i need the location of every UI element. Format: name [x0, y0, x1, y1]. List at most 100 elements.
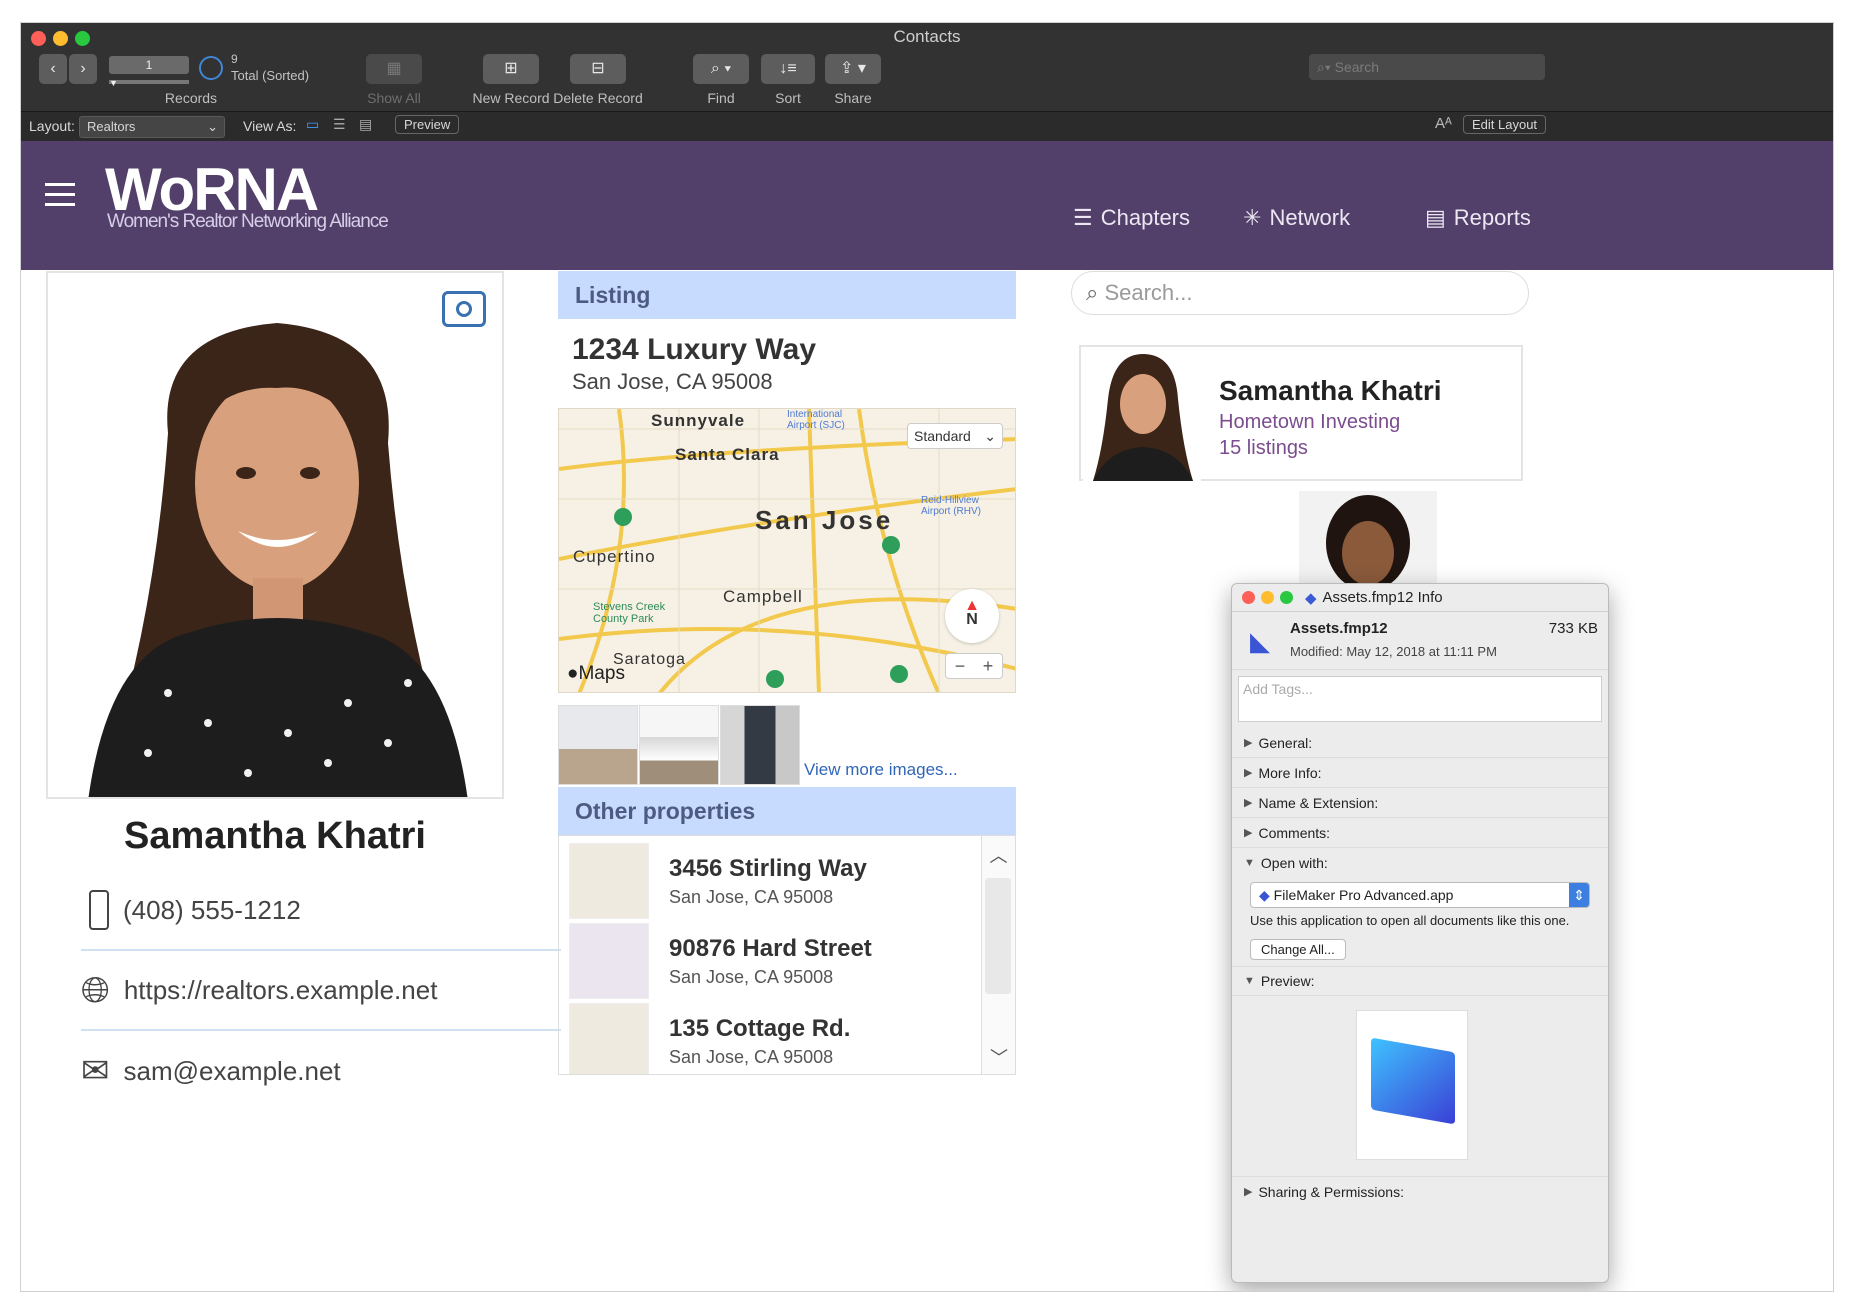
- compass-label: N: [966, 611, 978, 628]
- section-comments[interactable]: ▶ Comments:: [1232, 818, 1608, 848]
- scrollbar[interactable]: ︿ ﹀: [981, 836, 1015, 1074]
- listing-image-2[interactable]: [639, 705, 719, 785]
- find-label: Find: [707, 90, 735, 106]
- property-thumbnail: [569, 843, 649, 919]
- scrollbar-thumb[interactable]: [985, 878, 1011, 994]
- delete-record-button[interactable]: ⊟: [570, 54, 626, 84]
- phone-row[interactable]: (408) 555-1212: [81, 871, 561, 951]
- featured-name: Samantha Khatri: [1219, 375, 1442, 406]
- form-view-icon[interactable]: ▭: [306, 116, 319, 133]
- zoom-out-icon[interactable]: −: [955, 654, 966, 678]
- sort-button[interactable]: ↓≡: [761, 54, 815, 84]
- map-label-sunnyvale: Sunnyvale: [651, 411, 746, 430]
- section-sharing-label: Sharing & Permissions:: [1258, 1183, 1404, 1200]
- list-view-icon[interactable]: ☰: [333, 116, 346, 133]
- record-number-field[interactable]: 1: [109, 56, 189, 74]
- chevron-down-icon: ⌄: [207, 119, 218, 134]
- layout-select[interactable]: Realtors ⌄: [79, 116, 225, 138]
- section-open-with[interactable]: ▼ Open with:: [1232, 848, 1608, 878]
- section-more-info[interactable]: ▶ More Info:: [1232, 758, 1608, 788]
- listing-image-3[interactable]: [720, 705, 800, 785]
- section-sharing[interactable]: ▶ Sharing & Permissions:: [1232, 1176, 1608, 1206]
- maps-brand: ●Maps: [567, 663, 625, 685]
- camera-icon[interactable]: [442, 291, 486, 327]
- section-preview[interactable]: ▼ Preview:: [1232, 966, 1608, 996]
- chevron-down-icon[interactable]: ﹀: [982, 1044, 1015, 1070]
- records-label: Records: [164, 90, 218, 106]
- sort-label: Sort: [775, 90, 801, 106]
- section-general[interactable]: ▶ General:: [1232, 728, 1608, 758]
- map-mode-select[interactable]: Standard ⌄: [907, 423, 1003, 449]
- featured-avatar: [1083, 349, 1201, 481]
- share-button[interactable]: ⇪ ▾: [825, 54, 881, 84]
- edit-layout-button[interactable]: Edit Layout: [1463, 115, 1547, 134]
- file-info-window: ◆ Assets.fmp12 Info ◣ Assets.fmp12 733 K…: [1231, 583, 1609, 1283]
- tags-field[interactable]: Add Tags...: [1238, 676, 1602, 722]
- list-item[interactable]: 90876 Hard Street San Jose, CA 95008: [569, 916, 1015, 1006]
- nav-network[interactable]: ✳ Network: [1243, 205, 1350, 231]
- listing-image-1[interactable]: [558, 705, 638, 785]
- minimize-window-button[interactable]: [1261, 591, 1274, 604]
- toolbar-search-field[interactable]: ⌕▾ Search: [1309, 54, 1545, 80]
- map-label-cupertino: Cupertino: [573, 547, 656, 566]
- map-mode-value: Standard: [914, 428, 971, 444]
- close-window-button[interactable]: [1242, 591, 1255, 604]
- view-as-label: View As:: [243, 118, 297, 134]
- report-icon: ▤: [1425, 205, 1446, 230]
- table-view-icon[interactable]: ▤: [359, 116, 372, 133]
- compass-icon[interactable]: ▲ N: [945, 589, 999, 643]
- record-status: Total (Sorted): [231, 68, 310, 83]
- filemaker-icon: ◆: [1305, 589, 1317, 607]
- info-titlebar: ◆ Assets.fmp12 Info: [1232, 584, 1608, 612]
- share-icon: ⇪: [840, 60, 854, 77]
- preview-area: [1232, 996, 1608, 1176]
- previous-record-button[interactable]: ‹: [39, 54, 67, 84]
- file-summary: ◣ Assets.fmp12 733 KB Modified: May 12, …: [1232, 612, 1608, 670]
- new-record-button[interactable]: ⊞: [483, 54, 539, 84]
- hamburger-menu-icon[interactable]: [45, 183, 75, 206]
- email-address[interactable]: sam@example.net: [124, 1056, 341, 1087]
- property-street: 135 Cottage Rd.: [669, 1014, 851, 1042]
- section-more-info-label: More Info:: [1258, 764, 1322, 781]
- listing-street: 1234 Luxury Way: [572, 333, 816, 366]
- email-row[interactable]: ✉ sam@example.net: [81, 1031, 561, 1111]
- list-item[interactable]: 135 Cottage Rd. San Jose, CA 95008: [569, 996, 1015, 1074]
- map-zoom-control[interactable]: − +: [945, 653, 1003, 679]
- file-icon: ◣: [1250, 626, 1270, 656]
- profile-photo: [48, 273, 502, 797]
- open-with-select[interactable]: ◆ FileMaker Pro Advanced.app ⇕: [1250, 882, 1590, 908]
- zoom-in-icon[interactable]: +: [983, 654, 994, 678]
- find-button[interactable]: ⌕ ▾: [693, 54, 749, 84]
- toolbar-search-placeholder: Search: [1334, 59, 1379, 75]
- show-all-label: Show All: [367, 90, 421, 106]
- apple-logo-icon: ●: [567, 663, 579, 684]
- property-thumbnail: [569, 1003, 649, 1074]
- section-name-extension-label: Name & Extension:: [1258, 794, 1379, 811]
- zoom-window-button[interactable]: [1280, 591, 1293, 604]
- featured-contact-card[interactable]: Samantha Khatri Hometown Investing 15 li…: [1079, 345, 1523, 481]
- property-street: 3456 Stirling Way: [669, 854, 867, 882]
- show-all-button[interactable]: ▦: [366, 54, 422, 84]
- website-link[interactable]: https://realtors.example.net: [124, 975, 438, 1006]
- nav-chapters[interactable]: ☰ Chapters: [1073, 205, 1190, 231]
- chevron-up-icon[interactable]: ︿: [982, 842, 1015, 868]
- search-input[interactable]: ⌕ Search...: [1071, 271, 1529, 315]
- nav-reports[interactable]: ▤ Reports: [1425, 205, 1531, 231]
- featured-listings: 15 listings: [1219, 437, 1308, 459]
- section-name-extension[interactable]: ▶ Name & Extension:: [1232, 788, 1608, 818]
- app-header: WoRNA Women's Realtor Networking Allianc…: [21, 141, 1833, 270]
- filemaker-icon: ◆: [1259, 887, 1270, 903]
- change-all-button[interactable]: Change All...: [1250, 939, 1346, 960]
- phone-number: (408) 555-1212: [123, 894, 301, 925]
- map-label-airport-sjc: International Airport (SJC): [787, 409, 845, 431]
- globe-icon: 🌐︎: [81, 968, 110, 1010]
- next-record-button[interactable]: ›: [69, 54, 97, 84]
- view-more-images-link[interactable]: View more images...: [804, 760, 958, 780]
- website-row[interactable]: 🌐︎ https://realtors.example.net: [81, 951, 561, 1031]
- font-size-icon[interactable]: Aᴬ: [1435, 115, 1452, 132]
- record-slider[interactable]: ▼: [109, 78, 189, 88]
- document-preview-icon: [1356, 1010, 1468, 1160]
- listing-map[interactable]: Sunnyvale Santa Clara San Jose Cupertino…: [558, 408, 1016, 693]
- preview-button[interactable]: Preview: [395, 115, 460, 134]
- list-item[interactable]: 3456 Stirling Way San Jose, CA 95008: [569, 836, 1015, 926]
